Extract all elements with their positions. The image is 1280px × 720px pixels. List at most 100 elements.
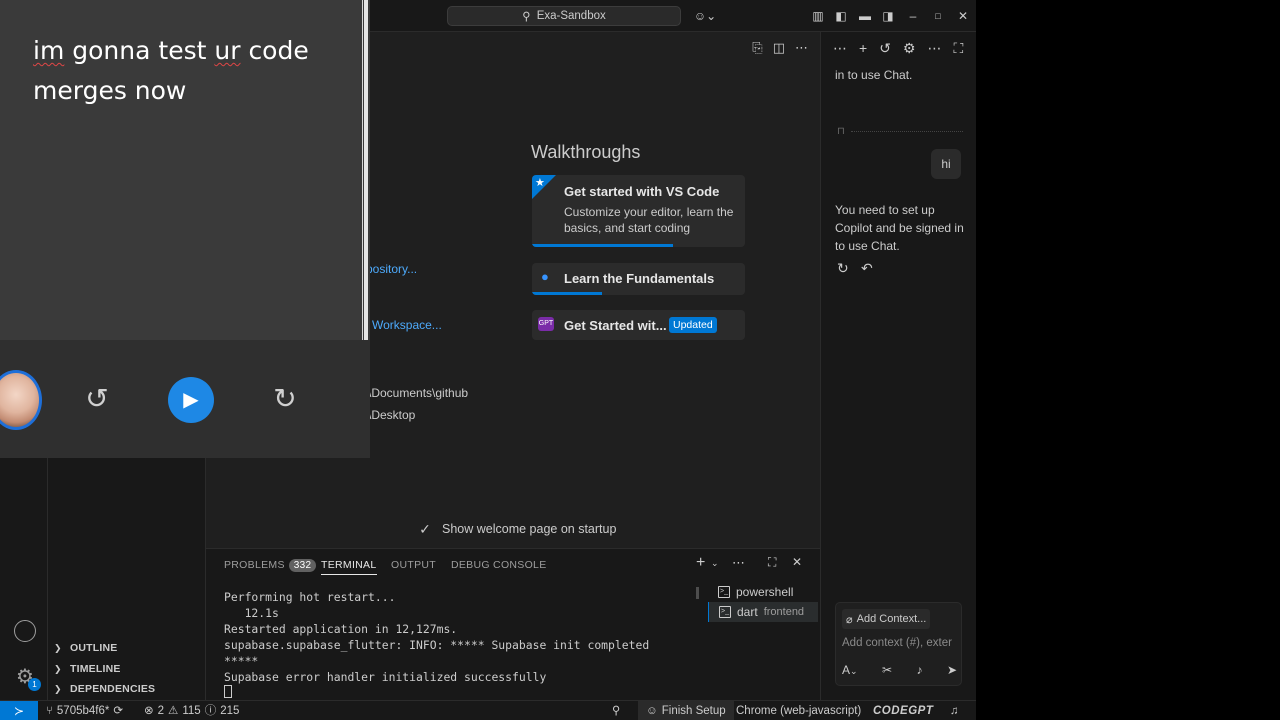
- finish-setup-label: Finish Setup: [661, 705, 726, 717]
- add-context-button[interactable]: ⌀ Add Context...: [842, 609, 931, 629]
- avatar[interactable]: [0, 370, 42, 430]
- overlay-message: im gonna test ur code merges now: [33, 31, 353, 111]
- toggle-secondary-sidebar-icon[interactable]: ◨: [880, 8, 896, 24]
- show-on-startup[interactable]: ✓ Show welcome page on startup: [416, 520, 616, 538]
- card-progress: [532, 292, 603, 295]
- history-icon[interactable]: ↺: [879, 40, 891, 57]
- more-actions-icon[interactable]: ⋯: [927, 40, 941, 57]
- sync-icon[interactable]: ⟳: [113, 701, 123, 720]
- player-controls: ↺ ▶ ↻: [0, 340, 370, 458]
- overlay-scrollbar-thumb[interactable]: [364, 0, 368, 340]
- terminal-list-item[interactable]: >_ powershell: [708, 582, 818, 602]
- send-icon[interactable]: ➤: [947, 663, 957, 677]
- copilot-icon[interactable]: ☺⌄: [692, 8, 718, 24]
- manage-badge: 1: [28, 678, 41, 691]
- codegpt-item[interactable]: CODEGPT: [873, 701, 933, 720]
- warning-count: 115: [182, 705, 201, 717]
- clone-repository-link[interactable]: pository...: [366, 262, 417, 276]
- walkthrough-card-fundamentals[interactable]: ● Learn the Fundamentals: [532, 263, 745, 295]
- more-actions-icon[interactable]: ⋯: [732, 555, 745, 571]
- card-title: Get Started wit...: [564, 318, 667, 333]
- terminal-icon: >_: [719, 606, 731, 618]
- close-panel-icon[interactable]: ✕: [792, 555, 802, 569]
- open-changes-icon[interactable]: ⎘: [752, 40, 762, 56]
- error-count: 2: [157, 705, 165, 717]
- problems-count-badge: 332: [288, 559, 317, 572]
- open-workspace-link[interactable]: Workspace...: [372, 318, 442, 332]
- chevron-down-icon[interactable]: ⌄: [711, 558, 719, 569]
- toggle-primary-sidebar-icon[interactable]: ◧: [833, 8, 849, 24]
- microphone-icon[interactable]: ♪: [917, 663, 923, 677]
- tab-output[interactable]: OUTPUT: [391, 559, 436, 571]
- overlay-caption-area: im gonna test ur code merges now: [0, 0, 370, 340]
- tools-icon[interactable]: ✂: [882, 663, 892, 677]
- tab-debug-console[interactable]: DEBUG CONSOLE: [451, 559, 547, 571]
- play-button[interactable]: ▶: [168, 377, 214, 423]
- avatar-face: [0, 373, 39, 427]
- terminal-detail: frontend: [763, 606, 805, 618]
- chevron-right-icon: ❯: [54, 642, 62, 653]
- outline-section[interactable]: ❯ OUTLINE: [48, 638, 206, 658]
- split-editor-icon[interactable]: ◫: [773, 40, 785, 56]
- bottom-panel: PROBLEMS 332 TERMINAL OUTPUT DEBUG CONSOL…: [206, 548, 820, 700]
- git-branch-icon: ⑂: [46, 705, 53, 717]
- minimize-icon[interactable]: –: [905, 8, 921, 24]
- checkbox-checked-icon[interactable]: ✓: [416, 520, 434, 538]
- toggle-panel-icon[interactable]: ▬: [857, 8, 873, 24]
- terminal-name: dart: [737, 605, 758, 619]
- chat-input-field[interactable]: Add context (#), exter: [842, 637, 960, 649]
- mode-picker[interactable]: A⌄: [842, 663, 858, 677]
- dependencies-section[interactable]: ❯ DEPENDENCIES: [48, 679, 206, 699]
- copilot-icon: ☺: [646, 705, 658, 717]
- retry-icon[interactable]: ↻: [837, 260, 849, 277]
- terminal-list-item[interactable]: >_ dart frontend: [708, 602, 818, 622]
- finish-setup-button[interactable]: ☺ Finish Setup: [638, 701, 734, 720]
- remote-indicator-icon[interactable]: ≻: [0, 701, 38, 720]
- terminal-output[interactable]: Performing hot restart... 12.1s Restarte…: [224, 589, 694, 685]
- accounts-icon[interactable]: [14, 620, 36, 642]
- problems-indicator[interactable]: ⊗ 2 ⚠ 115 ⓘ 215: [144, 701, 239, 720]
- more-actions-icon[interactable]: ⋯: [795, 40, 808, 56]
- recent-item[interactable]: \Documents\github: [368, 386, 468, 400]
- search-icon: ⚲: [522, 11, 531, 23]
- chat-input-toolbar: A⌄ ✂ ♪ ➤: [842, 663, 957, 677]
- branch-name: 5705b4f6*: [56, 705, 110, 717]
- notifications-bell-icon[interactable]: ♫: [950, 701, 959, 720]
- error-icon: ⊗: [144, 705, 154, 717]
- updated-badge: Updated: [669, 317, 717, 333]
- recent-item[interactable]: \Desktop: [368, 408, 415, 422]
- terminal-name: powershell: [736, 585, 794, 599]
- maximize-icon[interactable]: □: [930, 8, 946, 24]
- tab-terminal[interactable]: TERMINAL: [321, 559, 377, 575]
- maximize-icon[interactable]: ⛶: [953, 40, 963, 57]
- more-actions-icon[interactable]: ⋯: [833, 40, 847, 57]
- new-chat-icon[interactable]: +: [859, 40, 867, 57]
- terminal-scrollbar[interactable]: [696, 587, 699, 599]
- timeline-section[interactable]: ❯ TIMELINE: [48, 659, 206, 679]
- walkthrough-card-vscode[interactable]: ★ Get started with VS Code Customize you…: [532, 175, 745, 247]
- walkthrough-card-extension[interactable]: GPT Get Started wit... Updated: [532, 310, 745, 340]
- lightbulb-icon: ●: [541, 269, 549, 284]
- zoom-icon[interactable]: ⚲: [612, 701, 620, 720]
- maximize-panel-icon[interactable]: ⛶: [768, 555, 776, 570]
- rewind-icon[interactable]: ↺: [82, 384, 112, 414]
- debug-target[interactable]: Chrome (web-javascript): [736, 701, 861, 720]
- close-icon[interactable]: ✕: [955, 8, 971, 24]
- command-center-search[interactable]: ⚲ Exa-Sandbox: [447, 6, 681, 26]
- overlay-word: im: [33, 36, 65, 65]
- new-terminal-icon[interactable]: +: [696, 554, 705, 572]
- undo-icon[interactable]: ↶: [861, 260, 873, 277]
- card-description: Customize your editor, learn the basics,…: [564, 205, 734, 235]
- tab-problems-label: PROBLEMS: [224, 559, 285, 571]
- chat-divider: [851, 131, 963, 132]
- info-icon: ⓘ: [204, 705, 217, 717]
- customize-layout-icon[interactable]: ▥: [810, 8, 826, 24]
- chat-input-box[interactable]: ⌀ Add Context... Add context (#), exter …: [835, 602, 962, 686]
- chat-panel: ⋯ + ↺ ⚙ ⋯ ⛶ in to use Chat. ⊓ hi You nee…: [820, 32, 976, 700]
- settings-gear-icon[interactable]: ⚙: [903, 40, 916, 57]
- show-on-startup-label: Show welcome page on startup: [442, 522, 617, 536]
- branch-indicator[interactable]: ⑂ 5705b4f6* ⟳: [46, 701, 123, 720]
- tab-problems[interactable]: PROBLEMS 332: [224, 559, 317, 572]
- assistant-response: You need to set up Copilot and be signed…: [835, 203, 964, 253]
- forward-icon[interactable]: ↻: [270, 384, 300, 414]
